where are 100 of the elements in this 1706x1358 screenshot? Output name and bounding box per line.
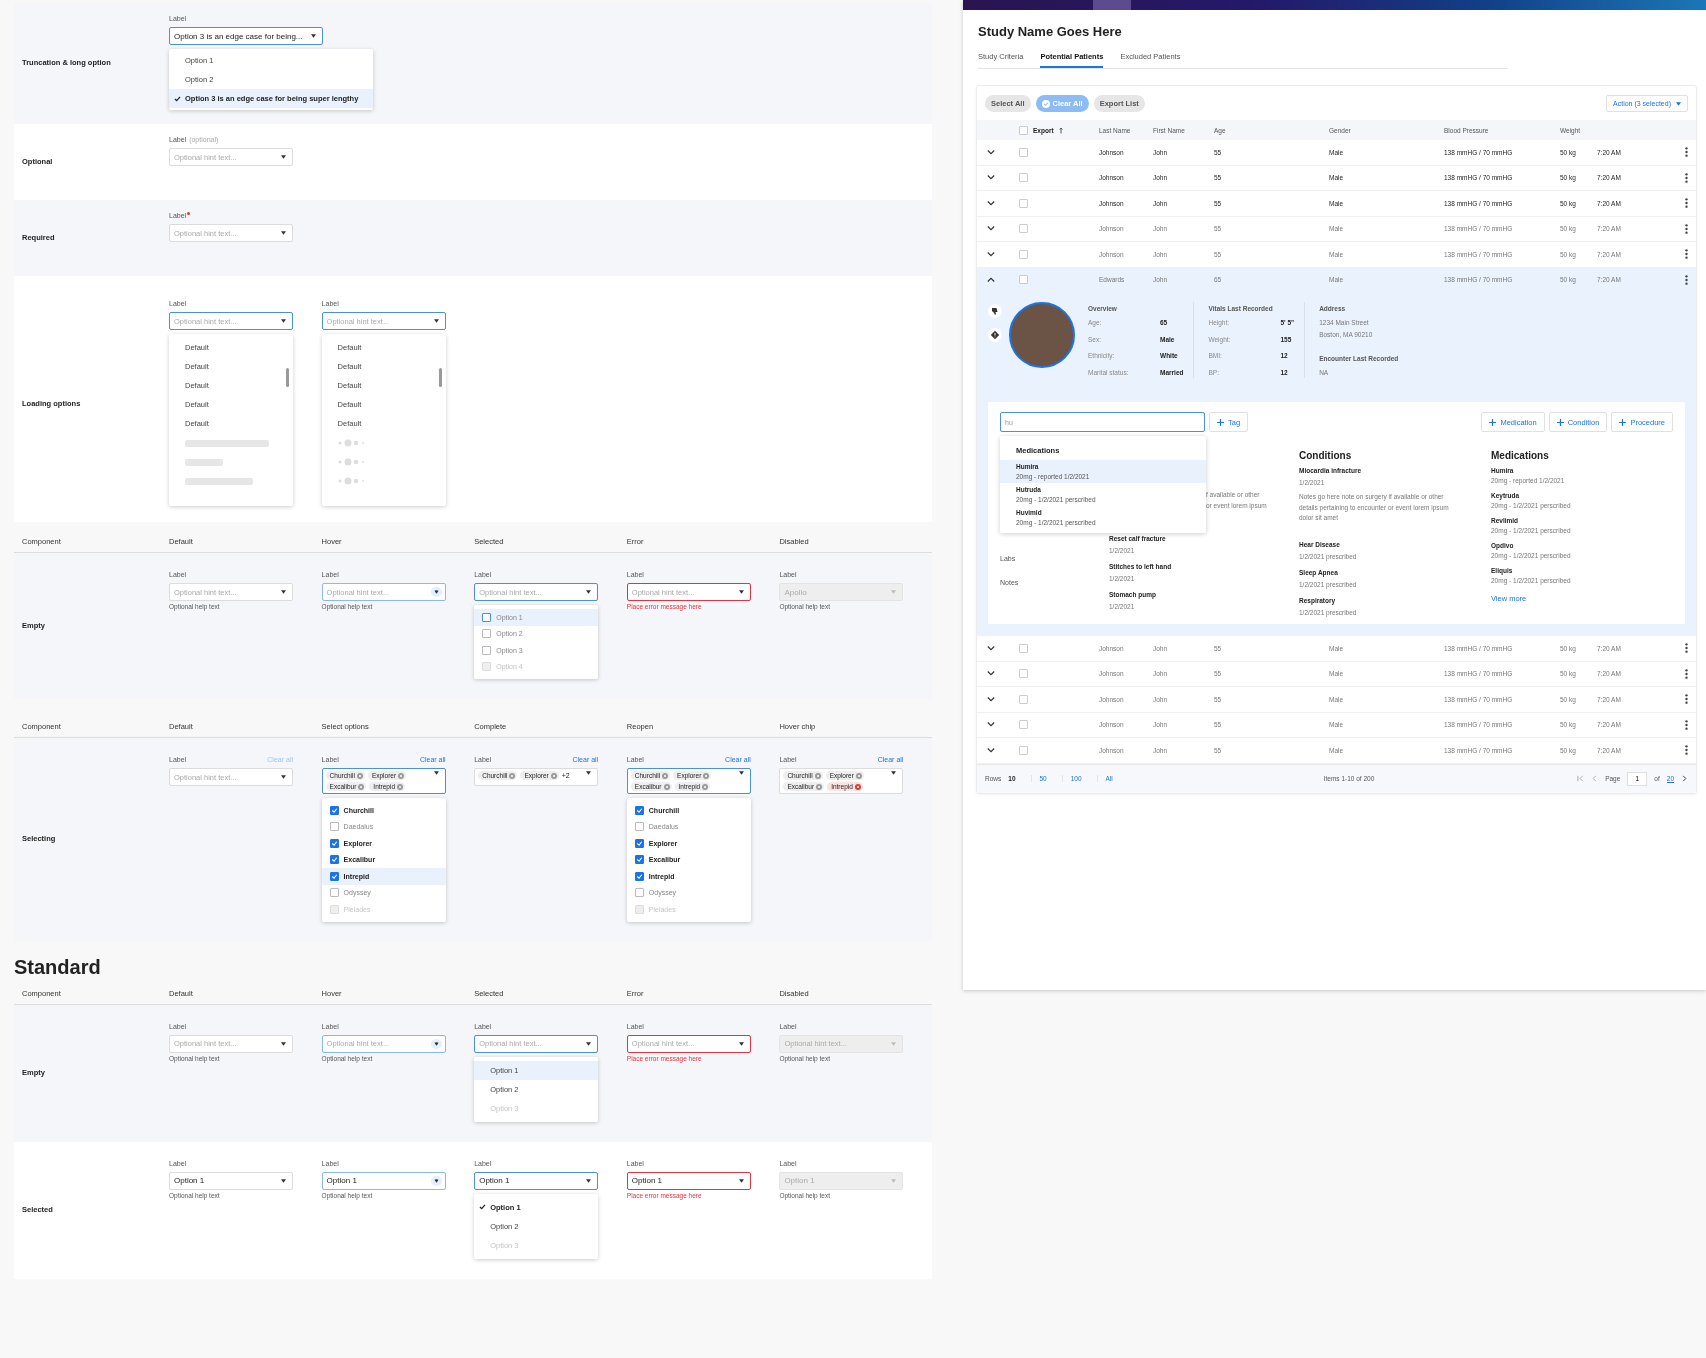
previous-page-icon[interactable] — [1591, 775, 1599, 782]
checkbox[interactable] — [329, 838, 339, 848]
plus-icon — [1217, 418, 1224, 426]
next-page-icon[interactable] — [1681, 775, 1688, 782]
more-options-icon[interactable] — [1685, 668, 1688, 679]
more-options-icon[interactable] — [1685, 719, 1688, 730]
more-options-icon[interactable] — [1685, 172, 1688, 183]
caret-icon — [281, 775, 286, 779]
chevron-up-icon[interactable] — [987, 277, 995, 283]
chevron-down-icon[interactable] — [987, 671, 995, 677]
checkbox[interactable] — [1019, 745, 1028, 755]
more-options-icon[interactable] — [1685, 249, 1688, 260]
remove-icon[interactable] — [662, 772, 669, 779]
field-value: Option 1 — [174, 1176, 205, 1185]
checkbox[interactable] — [634, 871, 644, 881]
checkbox[interactable] — [1019, 669, 1028, 679]
checkbox[interactable] — [329, 888, 339, 898]
checkbox[interactable] — [1019, 643, 1028, 653]
more-options-icon[interactable] — [1685, 643, 1688, 654]
chevron-down-icon[interactable] — [987, 251, 995, 257]
caret-icon — [738, 771, 744, 775]
page-title: Study Name Goes Here — [978, 24, 1123, 39]
remove-icon[interactable] — [509, 772, 516, 779]
dropdown-field[interactable]: Option 1 — [321, 1171, 446, 1190]
chevron-down-icon[interactable] — [987, 722, 995, 728]
field-value: Option 1 — [326, 1176, 357, 1185]
checkbox[interactable] — [482, 612, 492, 622]
checkbox[interactable] — [329, 805, 339, 815]
more-options-icon[interactable] — [1685, 223, 1688, 234]
checkbox[interactable] — [634, 805, 644, 815]
checkbox[interactable] — [634, 822, 644, 832]
checkbox[interactable] — [482, 645, 492, 655]
checkbox[interactable] — [634, 855, 644, 865]
checkbox[interactable] — [1019, 173, 1028, 183]
more-options-icon[interactable] — [1685, 745, 1688, 756]
checkbox[interactable] — [634, 838, 644, 848]
caret-icon — [891, 771, 897, 775]
dropdown-field[interactable]: Option 1 — [626, 1171, 751, 1190]
dropdown-field[interactable]: Option 3 is an edge case for being... — [169, 27, 323, 45]
remove-icon[interactable] — [663, 783, 670, 790]
section-heading: Standard — [14, 955, 102, 979]
checkbox[interactable] — [329, 822, 339, 832]
caret-icon — [281, 1178, 286, 1183]
scrollbar-thumb[interactable] — [286, 368, 289, 387]
dropdown-field[interactable]: Option 1 — [474, 1171, 599, 1190]
checkbox[interactable] — [1019, 224, 1028, 234]
caret-icon — [586, 590, 592, 594]
more-options-icon[interactable] — [1685, 147, 1688, 158]
checkbox[interactable] — [1019, 275, 1028, 285]
sort-arrow-icon[interactable] — [1058, 126, 1063, 134]
caret-icon — [281, 590, 286, 594]
caret-icon — [433, 590, 439, 594]
more-options-icon[interactable] — [1685, 274, 1688, 285]
remove-icon[interactable] — [358, 783, 365, 790]
plus-icon — [1556, 418, 1564, 426]
first-page-icon[interactable] — [1577, 775, 1585, 782]
chevron-down-icon[interactable] — [987, 200, 995, 206]
chevron-down-icon[interactable] — [987, 645, 995, 651]
warning-diamond-icon[interactable] — [988, 328, 1002, 342]
scrollbar-thumb[interactable] — [438, 368, 442, 387]
remove-icon[interactable] — [816, 783, 823, 790]
checkbox[interactable] — [1019, 198, 1028, 208]
checkbox[interactable] — [1019, 147, 1028, 157]
checkbox[interactable] — [329, 855, 339, 865]
remove-icon[interactable] — [702, 783, 709, 790]
field-value: Option 1 — [479, 1176, 510, 1185]
caret-icon — [433, 319, 439, 323]
remove-icon[interactable] — [397, 783, 403, 790]
checkbox[interactable] — [1019, 694, 1028, 704]
caret-icon — [738, 590, 744, 594]
chevron-down-icon[interactable] — [987, 696, 995, 702]
skeleton-bar — [185, 459, 223, 466]
chevron-down-icon[interactable] — [987, 747, 995, 753]
chevron-down-icon[interactable] — [987, 149, 995, 155]
caret-icon — [1676, 101, 1681, 106]
chevron-down-icon[interactable] — [987, 226, 995, 232]
column-heading: Medications — [1491, 450, 1550, 461]
remove-icon[interactable] — [550, 772, 557, 779]
caret-icon — [738, 1178, 744, 1183]
remove-icon[interactable] — [703, 772, 710, 779]
checkbox[interactable] — [1019, 249, 1028, 259]
caret-icon — [281, 231, 286, 235]
remove-icon[interactable] — [398, 772, 405, 779]
checkbox[interactable] — [634, 888, 644, 898]
caret-icon — [433, 771, 439, 775]
check-circle-icon — [1041, 99, 1050, 108]
remove-icon[interactable] — [854, 783, 861, 790]
remove-icon[interactable] — [356, 772, 363, 779]
more-options-icon[interactable] — [1685, 198, 1688, 209]
remove-icon[interactable] — [814, 772, 821, 779]
checkbox[interactable] — [482, 629, 492, 639]
checkbox[interactable] — [329, 871, 339, 881]
caret-icon — [433, 1041, 439, 1046]
chevron-down-icon[interactable] — [987, 175, 995, 181]
more-options-icon[interactable] — [1685, 694, 1688, 705]
dropdown-field[interactable]: Option 1 — [169, 1171, 293, 1190]
checkbox[interactable] — [1019, 125, 1028, 135]
thumbs-down-icon[interactable] — [988, 304, 1002, 318]
remove-icon[interactable] — [855, 772, 862, 779]
checkbox[interactable] — [1019, 720, 1028, 730]
